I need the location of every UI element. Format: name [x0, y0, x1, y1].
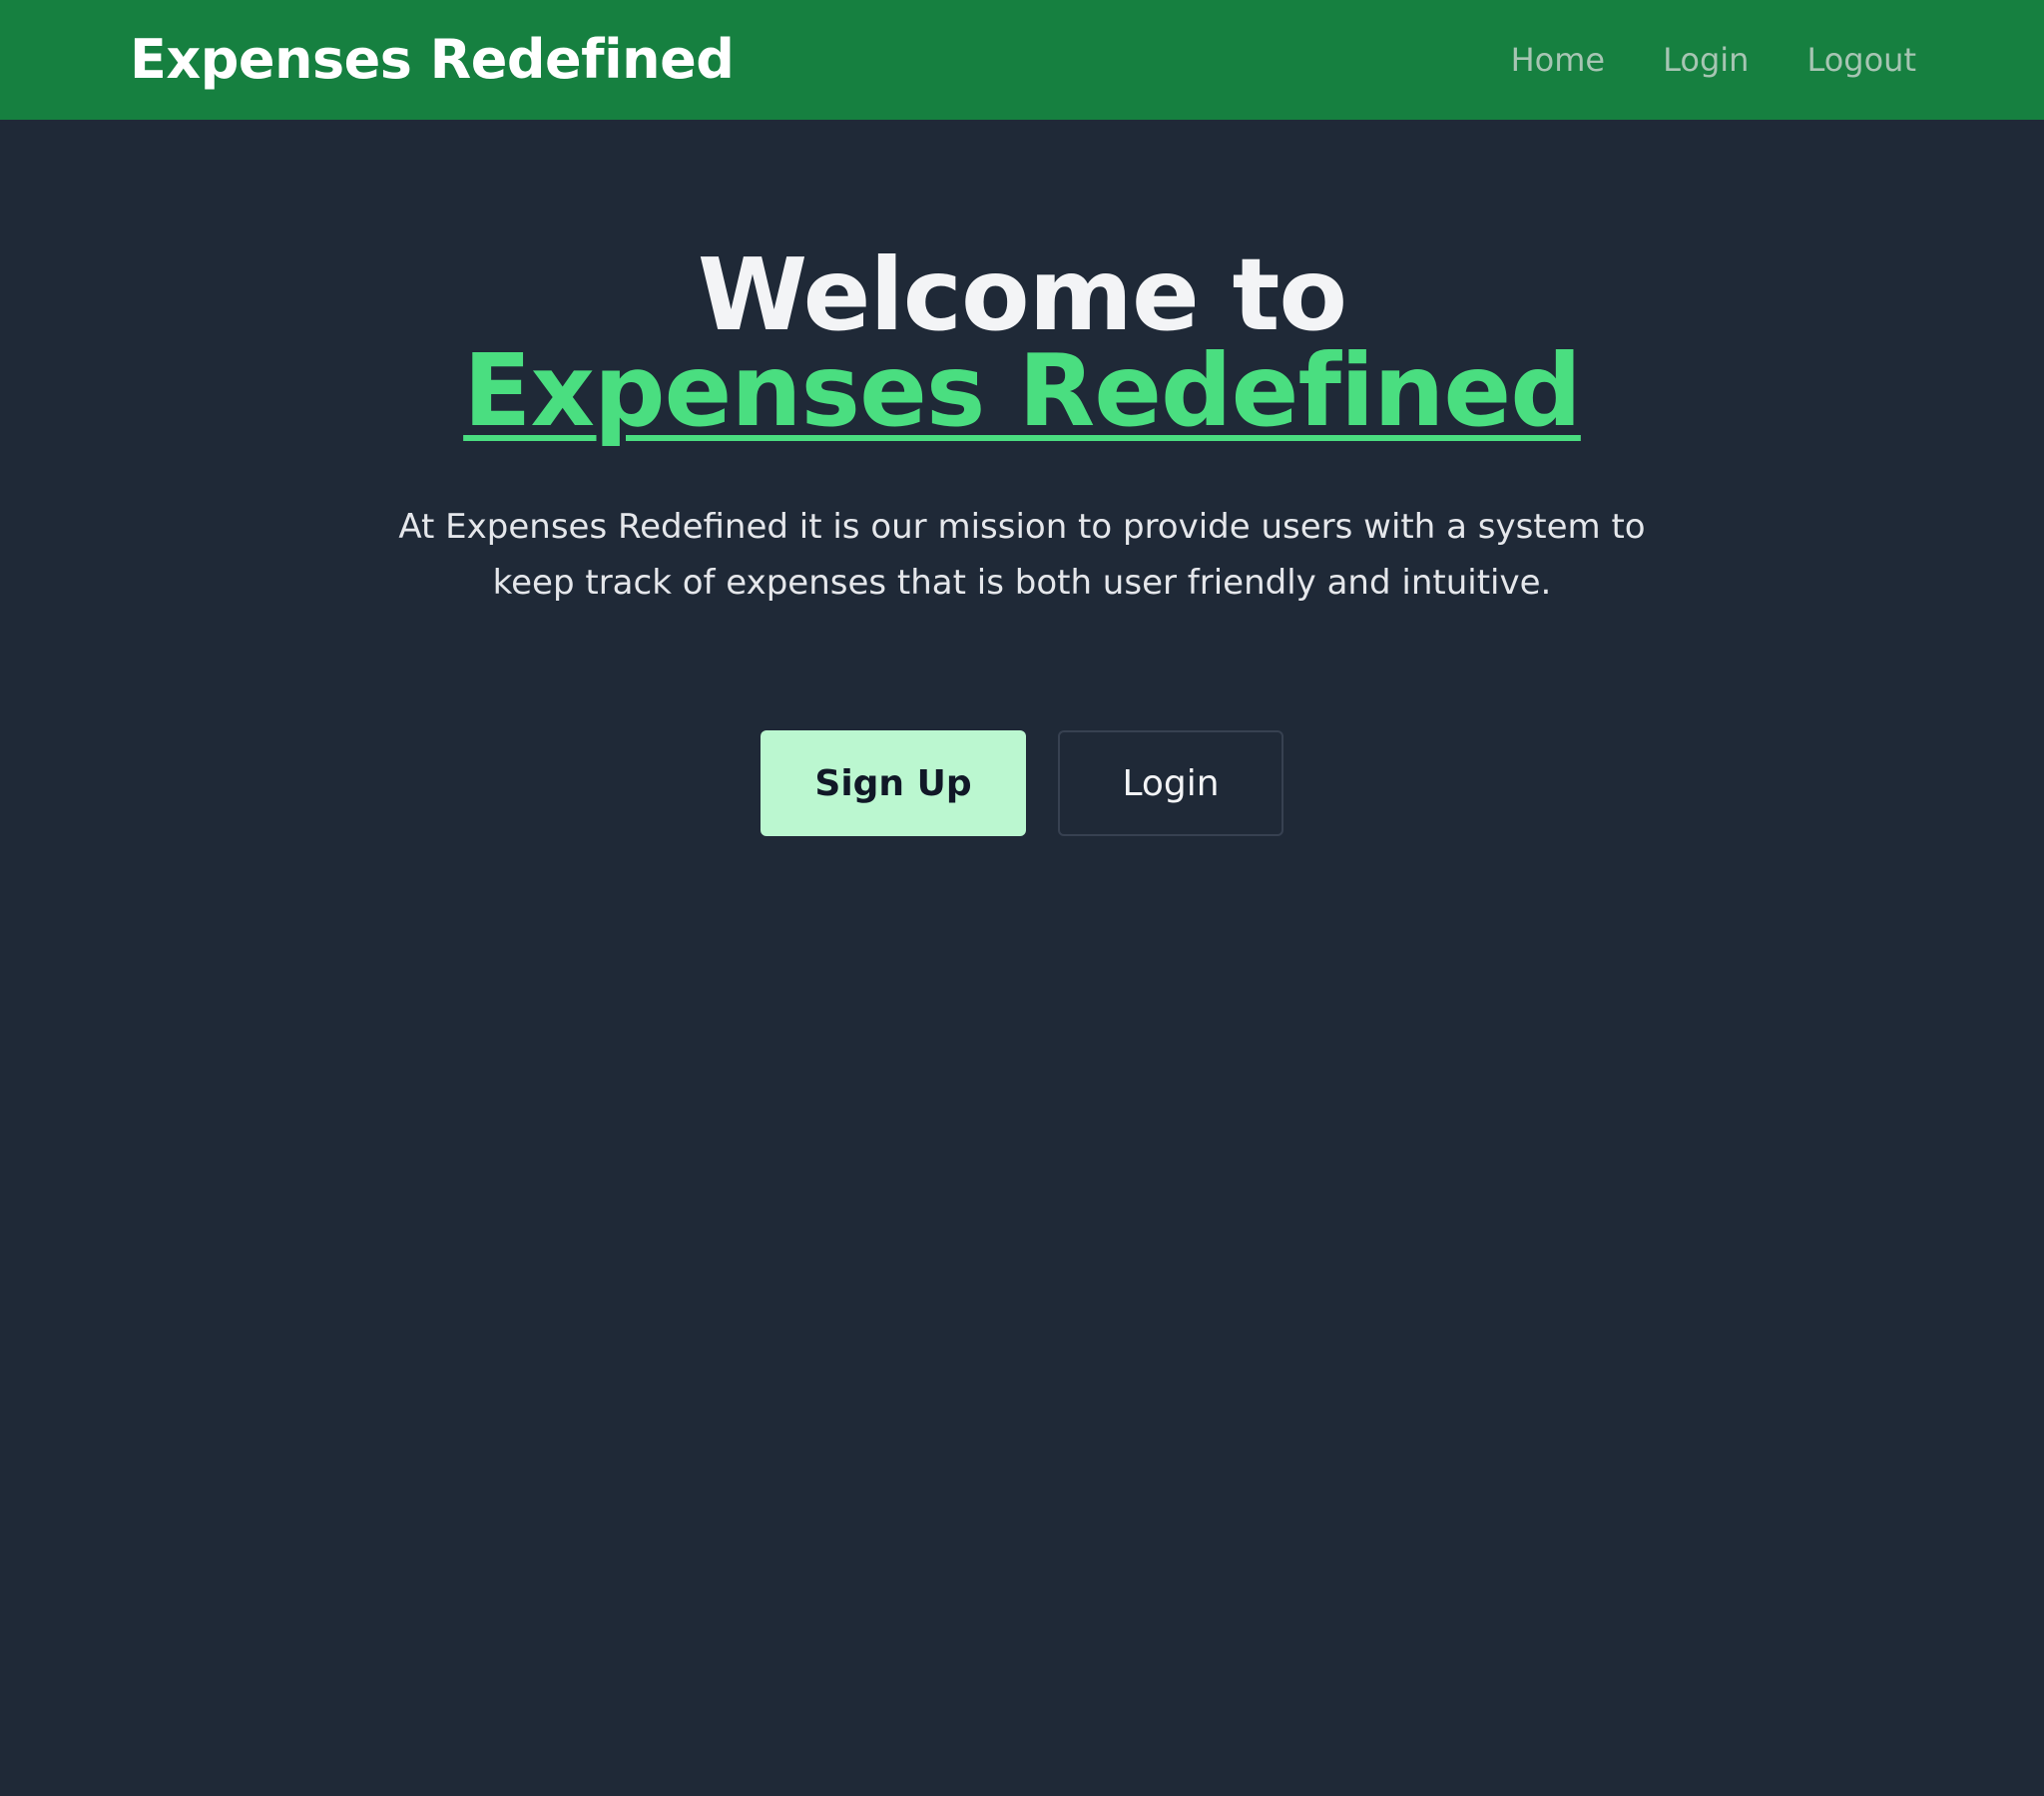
top-navbar: Expenses Redefined Home Login Logout	[0, 0, 2044, 120]
brand-title[interactable]: Expenses Redefined	[130, 0, 735, 120]
nav-link-home[interactable]: Home	[1511, 41, 1606, 79]
mission-statement: At Expenses Redefined it is our mission …	[398, 507, 1646, 603]
sign-up-button[interactable]: Sign Up	[761, 730, 1026, 836]
hero-section: Welcome to Expenses Redefined At Expense…	[0, 120, 2044, 836]
nav-link-logout[interactable]: Logout	[1806, 41, 1916, 79]
cta-buttons: Sign Up Login	[0, 730, 2044, 836]
welcome-headline: Welcome to Expenses Redefined	[423, 245, 1621, 441]
nav-links: Home Login Logout	[1511, 0, 1916, 120]
nav-link-login[interactable]: Login	[1663, 41, 1749, 79]
headline-brand-link[interactable]: Expenses Redefined	[463, 332, 1582, 449]
login-button[interactable]: Login	[1058, 730, 1283, 836]
